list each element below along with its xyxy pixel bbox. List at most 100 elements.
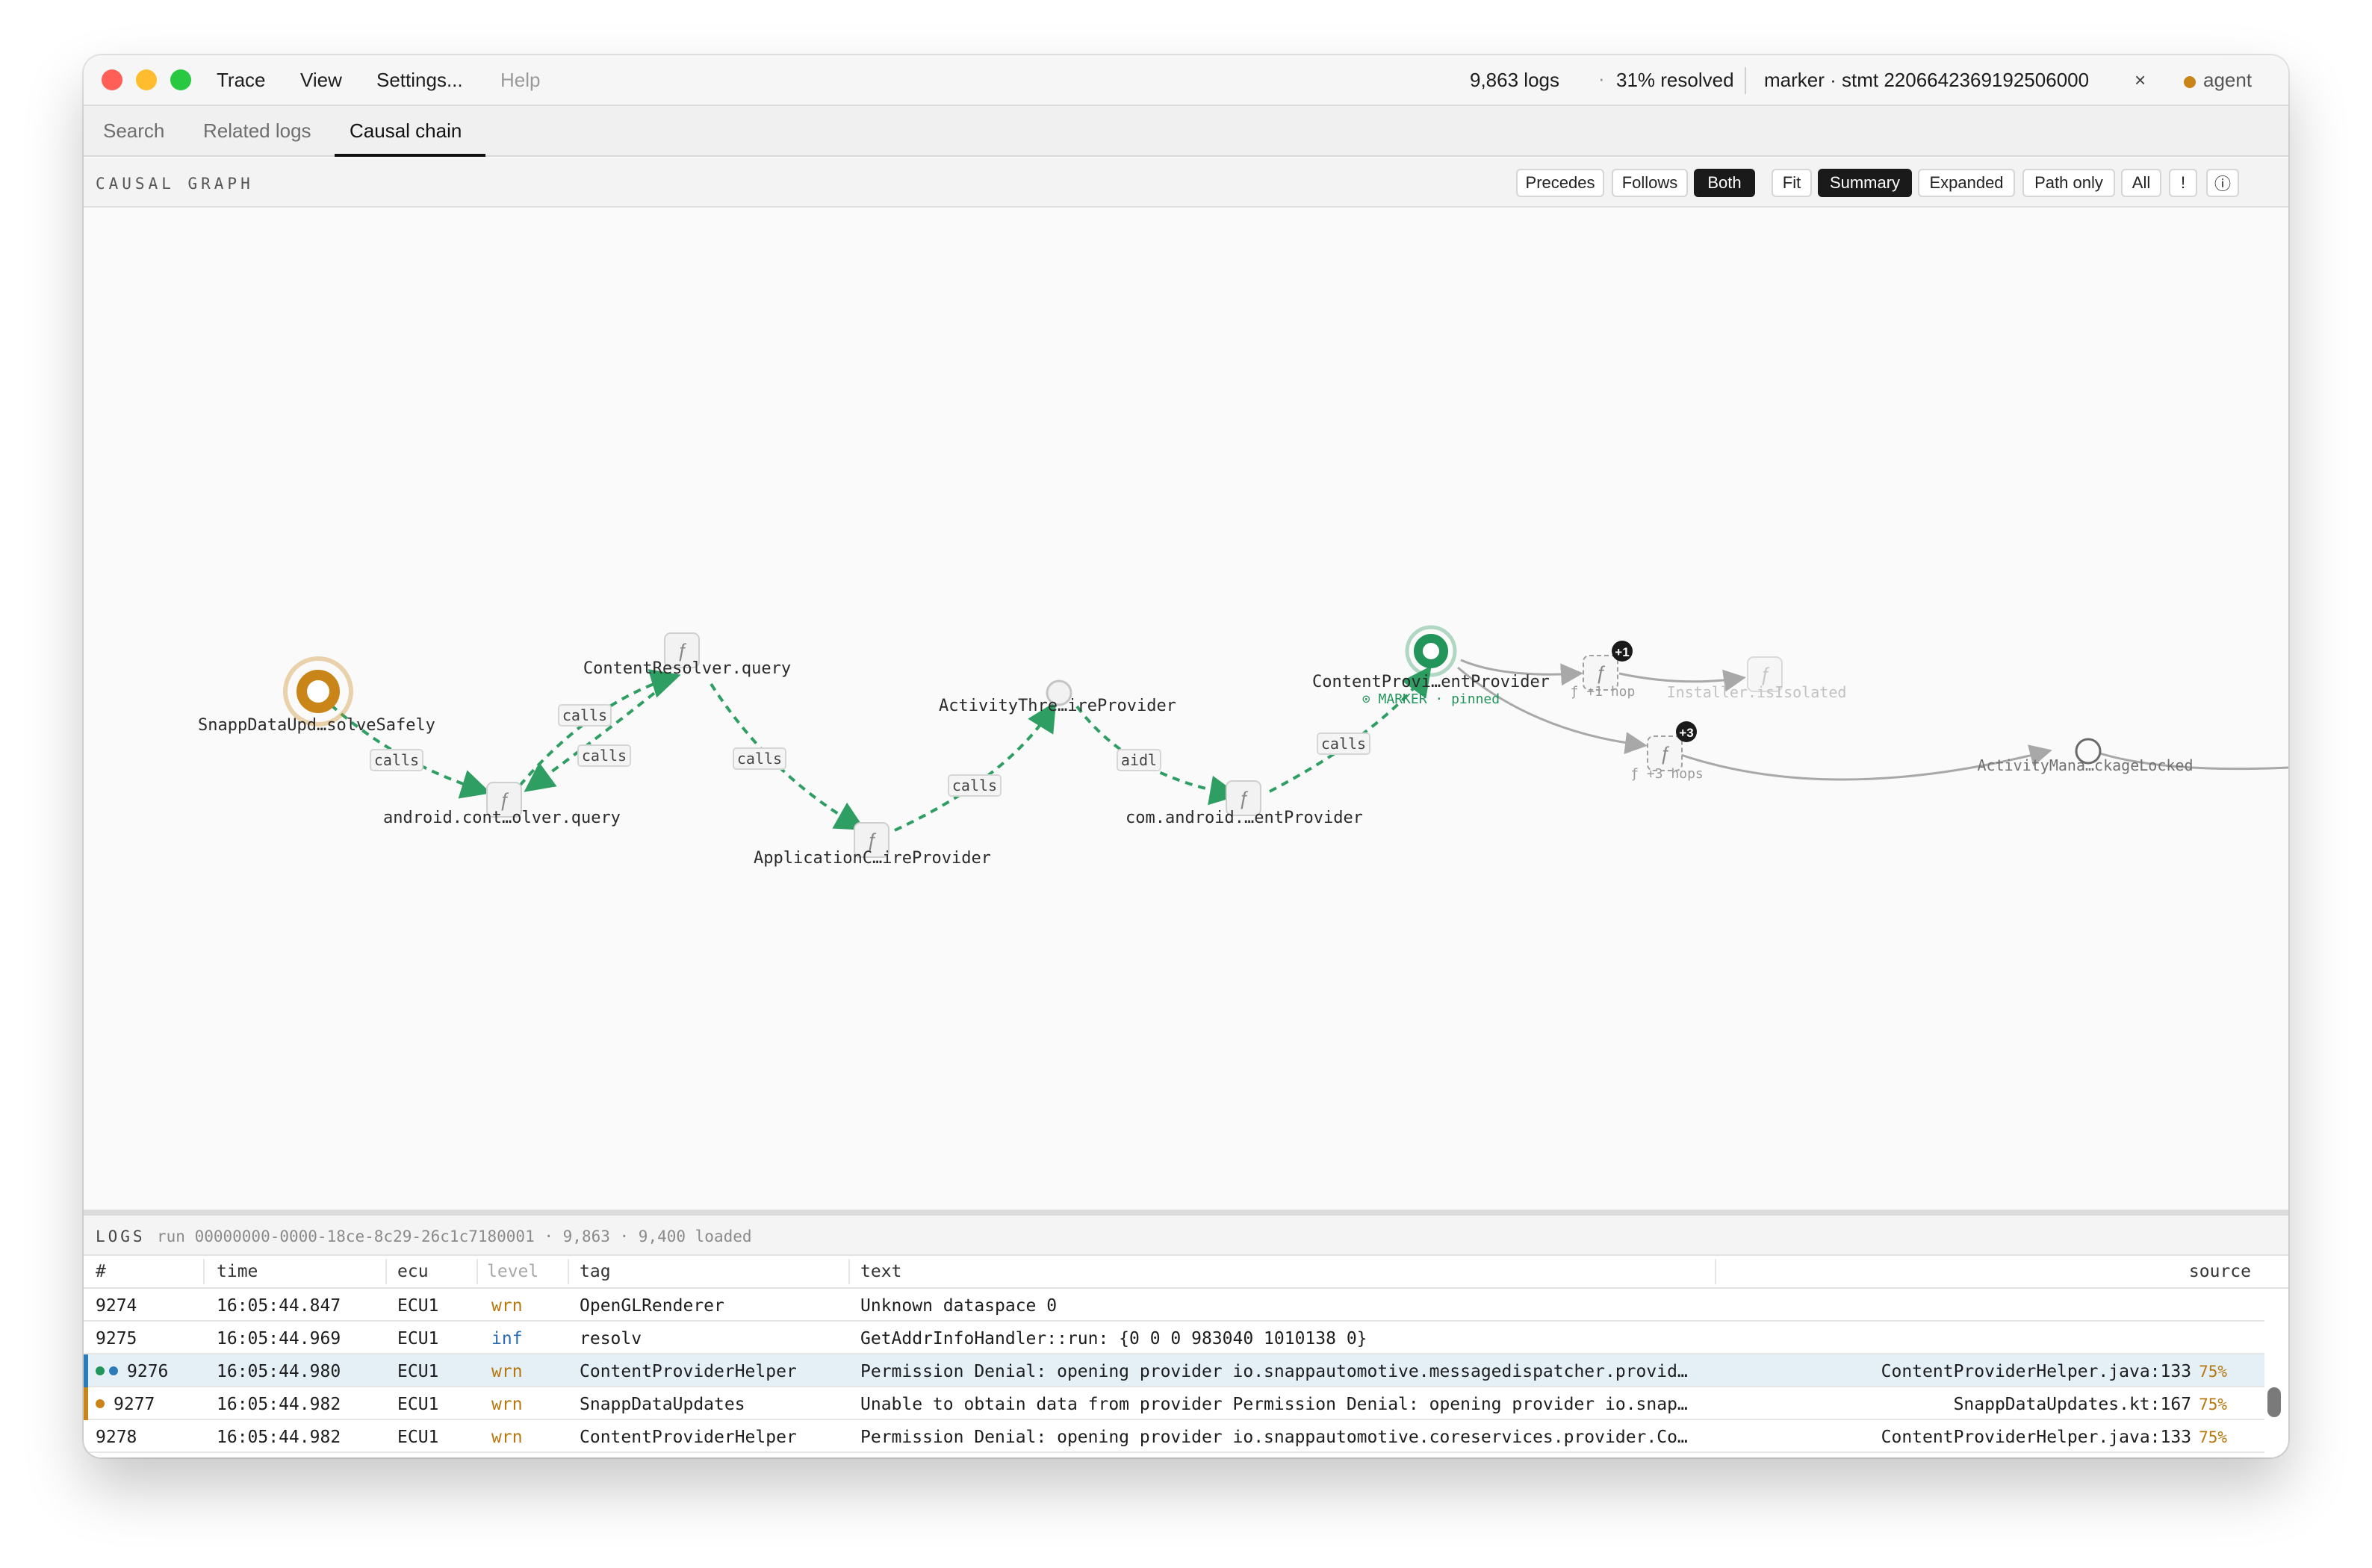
minimize-window-button[interactable] [136,69,157,90]
table-row[interactable]: 9278 16:05:44.982 ECU1 wrn ContentProvid… [84,1420,2264,1453]
table-row[interactable]: 9275 16:05:44.969 ECU1 inf resolv GetAdd… [84,1322,2264,1354]
row-id: 9276 [127,1362,169,1381]
edge-app-to-activity-thread [894,701,1057,832]
menu-help[interactable]: Help [500,69,540,92]
row-text: Permission Denial: opening provider io.s… [860,1428,1688,1447]
marker-node-core [1414,634,1448,668]
node-label-installer: Installer.isIsolated [1667,683,1847,701]
row-text: GetAddrInfoHandler::run: {0 0 0 983040 1… [860,1329,1367,1348]
info-icon[interactable]: ⓘ [2206,169,2239,197]
row-source-file[interactable]: ContentProviderHelper.java:133 [1881,1428,2191,1447]
logs-scrollbar-thumb[interactable] [2267,1387,2281,1417]
hop3-badge-text: +3 [1679,726,1693,740]
edge-label-calls-6: calls [1321,735,1366,753]
all-button[interactable]: All [2121,169,2161,197]
marker-chip-label[interactable]: marker · stmt 2206642369192506000 [1764,69,2089,92]
tab-search[interactable]: Search [103,119,164,143]
row-text: Unknown dataspace 0 [860,1296,1058,1316]
marker-node[interactable] [1405,625,1457,677]
menu-trace[interactable]: Trace [217,69,266,92]
node-label-app-provider: ApplicationC…ireProvider [754,849,991,868]
summary-button[interactable]: Summary [1818,169,1912,197]
active-tab-indicator [335,154,485,157]
column-separator[interactable] [203,1259,205,1284]
origin-dot-icon [96,1399,105,1408]
hop1-badge-text: +1 [1615,645,1629,659]
col-header-time[interactable]: time [217,1262,258,1281]
row-level: inf [491,1329,523,1348]
col-header-level[interactable]: level [487,1262,538,1281]
function-icon: ƒ [499,788,509,811]
logs-run-meta: run 00000000-0000-18ce-8c29-26c1c7180001… [157,1228,752,1245]
node-label-content-resolver: ContentResolver.query [583,659,791,678]
row-source-file[interactable]: ContentProviderHelper.java:133 [1881,1362,2191,1381]
node-label-android-query: android.cont…olver.query [383,809,621,827]
errors-only-button[interactable]: ! [2169,169,2197,197]
graph-title: CAUSAL GRAPH [96,175,254,193]
marker-clear-icon[interactable]: × [2135,69,2146,92]
edge-label-calls-1: calls [374,751,419,769]
function-icon: ƒ [866,829,877,851]
expanded-button[interactable]: Expanded [1918,169,2015,197]
table-row[interactable]: 9274 16:05:44.847 ECU1 wrn OpenGLRendere… [84,1289,2264,1322]
chip-divider [1745,67,1746,94]
row-text: Unable to obtain data from provider Perm… [860,1395,1688,1414]
collapsed-hop3-node[interactable]: ƒ +3 [1647,721,1697,771]
follows-button[interactable]: Follows [1612,169,1688,197]
table-row-selected[interactable]: 9276 16:05:44.980 ECU1 wrn ContentProvid… [84,1354,2264,1387]
graph-toolbar: CAUSAL GRAPH Precedes Follows Both Fit S… [84,158,2288,208]
menu-settings[interactable]: Settings... [376,69,463,92]
row-level: wrn [491,1362,523,1381]
row-time: 16:05:44.969 [217,1329,341,1348]
edge-label-calls-4: calls [737,750,782,768]
row-id: 9278 [96,1428,137,1447]
origin-node[interactable] [283,656,353,727]
resolved-percentage: 31% resolved [1616,69,1734,91]
edge-resolver-to-android [524,675,677,792]
zoom-window-button[interactable] [170,69,191,90]
column-separator[interactable] [476,1259,478,1284]
menu-view[interactable]: View [300,69,342,92]
collapsed-hop1-node[interactable]: ƒ +1 [1583,641,1633,691]
function-icon: ƒ [677,639,687,662]
selected-row-flag [84,1354,88,1387]
row-source-file[interactable]: SnappDataUpdates.kt:167 [1954,1395,2192,1414]
fit-button[interactable]: Fit [1772,169,1812,197]
panel-splitter[interactable] [84,1210,2288,1216]
row-text: Permission Denial: opening provider io.s… [860,1362,1688,1381]
column-separator[interactable] [1715,1259,1716,1284]
both-button[interactable]: Both [1694,169,1755,197]
col-header-text[interactable]: text [860,1262,901,1281]
table-row[interactable]: 9277 16:05:44.982 ECU1 wrn SnappDataUpda… [84,1387,2264,1420]
node-label-activity-thread: ActivityThre…ireProvider [939,697,1176,715]
edge-label-calls-2: calls [562,706,607,724]
col-header-source[interactable]: source [2189,1262,2251,1281]
close-window-button[interactable] [102,69,122,90]
marker-pinned-label: ⊙ MARKER · pinned [1362,691,1500,707]
row-time: 16:05:44.980 [217,1362,341,1381]
title-bar: Trace View Settings... Help 9,863 logs ·… [84,55,2288,106]
col-header-ecu[interactable]: ecu [397,1262,429,1281]
column-separator[interactable] [568,1259,569,1284]
logs-header: LOGS run 00000000-0000-18ce-8c29-26c1c71… [84,1216,2288,1256]
row-source[interactable]: ContentProviderHelper.java:133 75% [1881,1428,2227,1447]
logs-table: # time ecu level tag text source 9274 16… [84,1256,2288,1457]
tab-causal-chain[interactable]: Causal chain [350,119,462,143]
agent-label[interactable]: agent [2203,69,2252,92]
tab-related-logs[interactable]: Related logs [203,119,311,143]
col-header-tag[interactable]: tag [580,1262,611,1281]
function-icon: ƒ [1660,742,1670,765]
precedes-button[interactable]: Precedes [1516,169,1604,197]
row-source[interactable]: SnappDataUpdates.kt:167 75% [1954,1395,2227,1414]
edge-label-calls-3: calls [582,747,627,765]
path-only-button[interactable]: Path only [2022,169,2115,197]
column-separator[interactable] [385,1259,387,1284]
row-source[interactable]: ContentProviderHelper.java:133 75% [1881,1362,2227,1381]
column-separator[interactable] [848,1259,850,1284]
row-ecu: ECU1 [397,1296,439,1316]
causal-graph-canvas[interactable]: calls calls calls calls calls aidl calls [84,209,2288,1265]
tab-bar: Search Related logs Causal chain [84,106,2288,157]
row-ecu: ECU1 [397,1395,439,1414]
col-header-id[interactable]: # [96,1262,106,1281]
logs-title: LOGS [96,1228,146,1245]
